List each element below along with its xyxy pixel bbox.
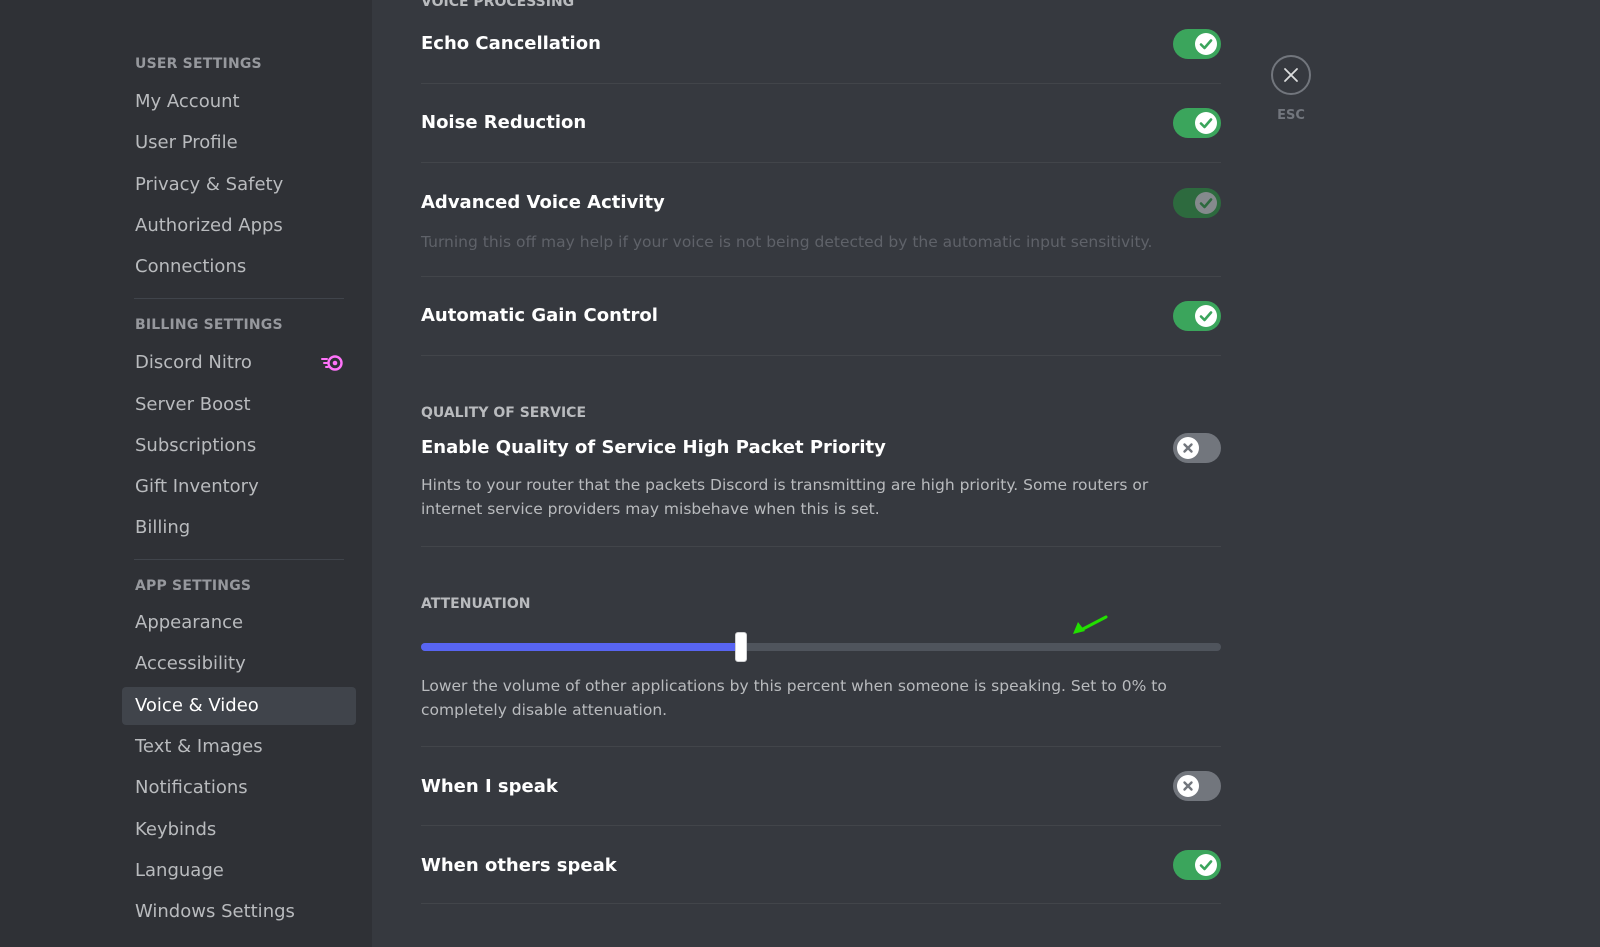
- sidebar-item-discord-nitro[interactable]: Discord Nitro: [122, 344, 356, 382]
- qos-priority-toggle[interactable]: [1173, 433, 1221, 463]
- sidebar-item-my-account[interactable]: My Account: [122, 83, 356, 121]
- annotation-arrow-icon: [1073, 615, 1108, 634]
- sidebar-item-appearance[interactable]: Appearance: [122, 604, 356, 642]
- sidebar-item-notifications[interactable]: Notifications: [122, 769, 356, 807]
- sidebar-item-language[interactable]: Language: [122, 852, 356, 890]
- divider: [421, 825, 1221, 826]
- attenuation-header: ATTENUATION: [421, 596, 531, 612]
- divider: [421, 546, 1221, 547]
- automatic-gain-control-label: Automatic Gain Control: [421, 305, 658, 326]
- sidebar-item-connections[interactable]: Connections: [122, 248, 356, 286]
- advanced-voice-activity-description: Turning this off may help if your voice …: [421, 233, 1153, 251]
- app-settings-header: APP SETTINGS: [135, 578, 252, 594]
- sidebar-item-subscriptions[interactable]: Subscriptions: [122, 427, 356, 465]
- advanced-voice-activity-label: Advanced Voice Activity: [421, 192, 665, 213]
- user-settings-header: USER SETTINGS: [135, 56, 262, 72]
- settings-content: VOICE PROCESSING Echo Cancellation Noise…: [372, 0, 1600, 947]
- x-icon: [1183, 781, 1193, 791]
- attenuation-slider[interactable]: [421, 632, 1221, 662]
- nitro-icon: [321, 355, 343, 371]
- divider: [421, 83, 1221, 84]
- quality-of-service-header: QUALITY OF SERVICE: [421, 405, 587, 421]
- divider: [421, 746, 1221, 747]
- noise-reduction-label: Noise Reduction: [421, 112, 587, 133]
- sidebar-divider: [134, 559, 344, 560]
- divider: [421, 903, 1221, 904]
- x-icon: [1183, 443, 1193, 453]
- sidebar-item-authorized-apps[interactable]: Authorized Apps: [122, 207, 356, 245]
- check-icon: [1199, 860, 1213, 871]
- echo-cancellation-toggle[interactable]: [1173, 29, 1221, 59]
- sidebar-item-user-profile[interactable]: User Profile: [122, 124, 356, 162]
- check-icon: [1199, 39, 1213, 50]
- when-i-speak-label: When I speak: [421, 776, 558, 797]
- divider: [421, 276, 1221, 277]
- when-others-speak-label: When others speak: [421, 855, 617, 876]
- sidebar-item-voice-video[interactable]: Voice & Video: [122, 687, 356, 725]
- attenuation-description: Lower the volume of other applications b…: [421, 677, 1167, 719]
- qos-priority-label: Enable Quality of Service High Packet Pr…: [421, 437, 886, 458]
- voice-processing-header: VOICE PROCESSING: [421, 0, 575, 10]
- attenuation-slider-fill: [421, 643, 741, 651]
- automatic-gain-control-toggle[interactable]: [1173, 301, 1221, 331]
- sidebar-item-windows-settings[interactable]: Windows Settings: [122, 893, 356, 931]
- noise-reduction-toggle[interactable]: [1173, 108, 1221, 138]
- billing-settings-header: BILLING SETTINGS: [135, 317, 283, 333]
- settings-sidebar: USER SETTINGS My Account User Profile Pr…: [0, 0, 372, 947]
- close-icon: [1284, 68, 1298, 82]
- sidebar-item-billing[interactable]: Billing: [122, 509, 356, 547]
- echo-cancellation-label: Echo Cancellation: [421, 33, 601, 54]
- sidebar-item-privacy-safety[interactable]: Privacy & Safety: [122, 166, 356, 204]
- sidebar-item-keybinds[interactable]: Keybinds: [122, 811, 356, 849]
- divider: [421, 162, 1221, 163]
- close-settings-button[interactable]: [1271, 55, 1311, 95]
- when-others-speak-toggle[interactable]: [1173, 850, 1221, 880]
- attenuation-slider-handle[interactable]: [735, 632, 747, 662]
- check-icon: [1199, 311, 1213, 322]
- check-icon: [1199, 198, 1213, 209]
- sidebar-item-server-boost[interactable]: Server Boost: [122, 386, 356, 424]
- qos-priority-description: Hints to your router that the packets Di…: [421, 476, 1149, 518]
- sidebar-item-label: Discord Nitro: [135, 352, 252, 373]
- when-i-speak-toggle[interactable]: [1173, 771, 1221, 801]
- sidebar-item-accessibility[interactable]: Accessibility: [122, 645, 356, 683]
- esc-label: ESC: [1277, 108, 1305, 123]
- sidebar-item-gift-inventory[interactable]: Gift Inventory: [122, 468, 356, 506]
- sidebar-divider: [134, 298, 344, 299]
- sidebar-item-text-images[interactable]: Text & Images: [122, 728, 356, 766]
- check-icon: [1199, 118, 1213, 129]
- divider: [421, 355, 1221, 356]
- advanced-voice-activity-toggle[interactable]: [1173, 188, 1221, 218]
